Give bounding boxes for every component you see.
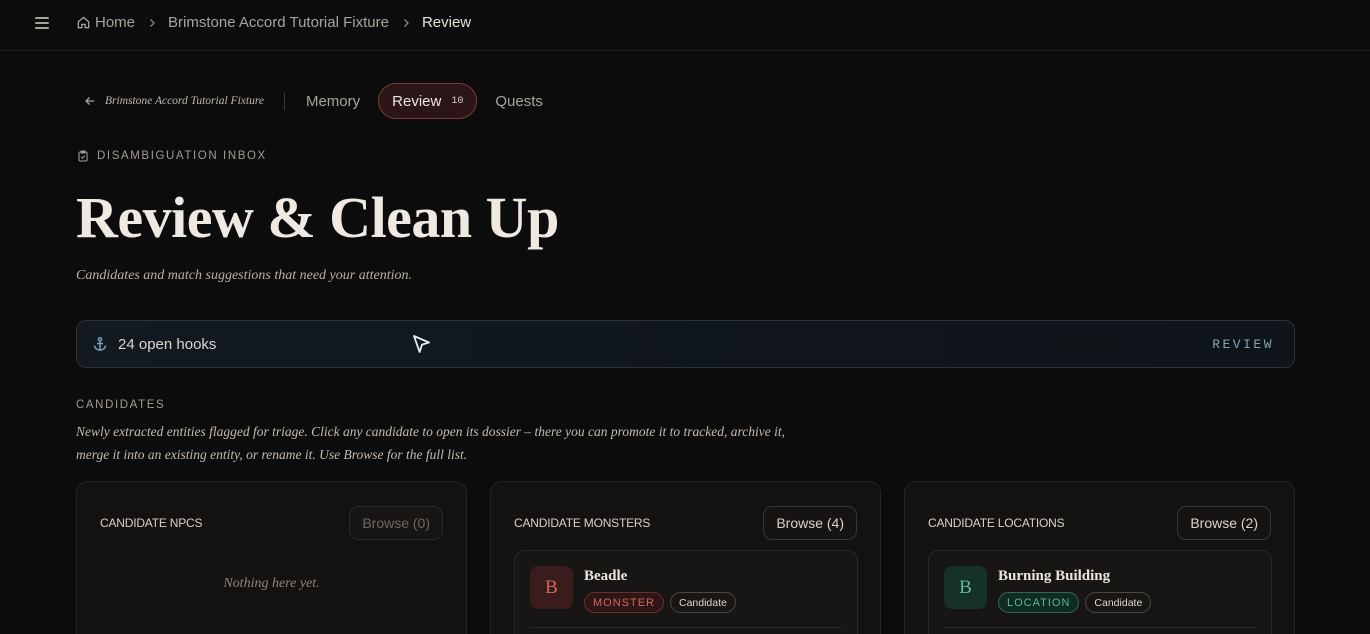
back-link-label: Brimstone Accord Tutorial Fixture: [105, 95, 264, 107]
card-title: CANDIDATE NPCS: [100, 516, 203, 530]
top-bar: Home Brimstone Accord Tutorial Fixture R…: [0, 0, 1370, 51]
chevron-right-icon: [403, 18, 409, 27]
divider: [530, 627, 842, 628]
open-hooks-banner[interactable]: 24 open hooks REVIEW: [76, 320, 1295, 368]
entity-card-beadle[interactable]: B Beadle MONSTER Candidate: [514, 550, 858, 634]
breadcrumb-campaign[interactable]: Brimstone Accord Tutorial Fixture: [168, 14, 389, 31]
type-badge: LOCATION: [998, 592, 1080, 613]
tab-review-count: 10: [451, 95, 464, 107]
open-hooks-count: 24 open hooks: [118, 335, 217, 353]
status-badge: Candidate: [670, 592, 736, 613]
card-title: CANDIDATE MONSTERS: [514, 516, 651, 530]
home-icon: [77, 16, 90, 29]
candidate-monsters-card: CANDIDATE MONSTERS Browse (4) B Beadle M…: [490, 481, 881, 634]
empty-state: Nothing here yet.: [223, 576, 320, 591]
chevron-right-icon: [150, 18, 155, 27]
breadcrumb-home[interactable]: Home: [95, 14, 135, 31]
candidate-locations-card: CANDIDATE LOCATIONS Browse (2) B Burning…: [904, 481, 1295, 634]
anchor-icon: [93, 336, 107, 351]
arrow-left-icon: [85, 97, 94, 105]
page-subtitle: Candidates and match suggestions that ne…: [76, 268, 412, 283]
status-badge: Candidate: [1085, 592, 1152, 613]
candidate-npcs-card: CANDIDATE NPCS Browse (0) Nothing here y…: [76, 481, 467, 634]
eyebrow-label: DISAMBIGUATION INBOX: [97, 150, 267, 162]
tab-review[interactable]: Review 10: [378, 83, 478, 119]
page-title: Review & Clean Up: [76, 185, 559, 250]
avatar: B: [944, 566, 987, 609]
entity-card-burning-building[interactable]: B Burning Building LOCATION Candidate: [928, 550, 1272, 634]
entity-name: Beadle: [584, 568, 628, 584]
candidates-description: Newly extracted entities flagged for tri…: [76, 424, 785, 462]
clipboard-check-icon: [78, 150, 88, 162]
cursor-icon: [413, 335, 430, 353]
tab-memory[interactable]: Memory: [306, 93, 360, 110]
tab-review-label: Review: [392, 92, 442, 110]
divider: [283, 92, 285, 110]
tab-quests[interactable]: Quests: [495, 93, 543, 110]
back-link[interactable]: Brimstone Accord Tutorial Fixture: [84, 95, 264, 107]
browse-locations-button[interactable]: Browse (2): [1177, 506, 1271, 540]
breadcrumb: Home Brimstone Accord Tutorial Fixture R…: [76, 14, 471, 31]
divider: [944, 627, 1256, 628]
breadcrumb-current: Review: [421, 14, 472, 31]
review-hooks-link[interactable]: REVIEW: [1212, 337, 1274, 352]
menu-icon[interactable]: [35, 17, 49, 31]
eyebrow: DISAMBIGUATION INBOX: [77, 150, 267, 162]
entity-name: Burning Building: [998, 568, 1111, 584]
sub-navigation: Brimstone Accord Tutorial Fixture Memory…: [84, 83, 543, 119]
card-title: CANDIDATE LOCATIONS: [928, 516, 1065, 530]
candidates-label: CANDIDATES: [76, 399, 166, 411]
type-badge: MONSTER: [584, 592, 664, 613]
avatar: B: [530, 566, 573, 609]
browse-monsters-button[interactable]: Browse (4): [763, 506, 857, 540]
browse-npcs-button[interactable]: Browse (0): [349, 506, 443, 540]
